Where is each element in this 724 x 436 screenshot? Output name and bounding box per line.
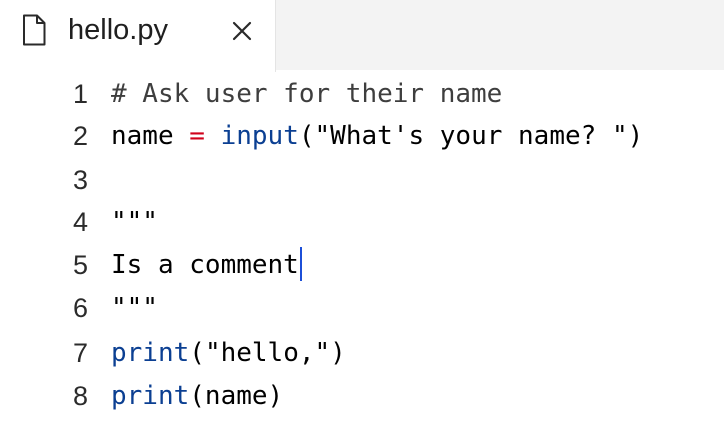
string-token: """	[111, 293, 158, 323]
code-line: 4 """	[0, 200, 724, 244]
string-token: "What's your name? "	[314, 121, 628, 151]
punctuation-token: (name)	[189, 381, 284, 411]
code-content[interactable]: """	[111, 286, 158, 330]
code-line: 1 # Ask user for their name	[0, 72, 724, 116]
punctuation-token: )	[330, 338, 346, 368]
line-number: 7	[72, 338, 88, 368]
line-number: 4	[72, 207, 88, 237]
string-token: "hello,"	[204, 338, 331, 368]
file-icon	[22, 14, 46, 46]
code-content[interactable]: # Ask user for their name	[111, 72, 502, 116]
code-content[interactable]: """	[111, 200, 158, 244]
line-number: 8	[72, 381, 88, 411]
line-number: 1	[72, 79, 88, 109]
punctuation-token: (	[189, 338, 205, 368]
code-line: 2 name = input("What's your name? ")	[0, 114, 724, 158]
operator-token: =	[189, 121, 205, 151]
builtin-token: print	[111, 338, 190, 368]
line-number: 2	[72, 121, 88, 151]
code-editor[interactable]: 1 # Ask user for their name 2 name = inp…	[0, 72, 724, 436]
string-token: """	[111, 207, 158, 237]
code-content[interactable]: Is a comment	[111, 243, 302, 287]
string-token: Is a comment	[111, 250, 299, 280]
comment-token: # Ask user for their name	[111, 79, 503, 109]
builtin-token: input	[220, 121, 299, 151]
line-number: 3	[72, 165, 88, 195]
tab-bar: hello.py	[0, 0, 724, 72]
line-number: 5	[72, 250, 88, 280]
builtin-token: print	[111, 381, 190, 411]
text-cursor	[299, 246, 302, 281]
identifier-token: name	[111, 121, 190, 151]
code-line: 6 """	[0, 286, 724, 330]
tab-hello-py[interactable]: hello.py	[0, 0, 276, 72]
code-content[interactable]: name = input("What's your name? ")	[111, 114, 643, 158]
code-line: 8 print(name)	[0, 374, 724, 418]
code-line: 3	[0, 158, 724, 202]
code-line: 5 Is a comment	[0, 243, 724, 287]
tab-title: hello.py	[68, 14, 168, 46]
line-number: 6	[72, 293, 88, 323]
code-content[interactable]: print(name)	[111, 374, 283, 418]
punctuation-token: (	[298, 121, 315, 151]
code-content[interactable]: print("hello,")	[111, 331, 346, 375]
punctuation-token: )	[627, 121, 644, 151]
close-icon[interactable]	[228, 17, 256, 45]
code-line: 7 print("hello,")	[0, 331, 724, 375]
